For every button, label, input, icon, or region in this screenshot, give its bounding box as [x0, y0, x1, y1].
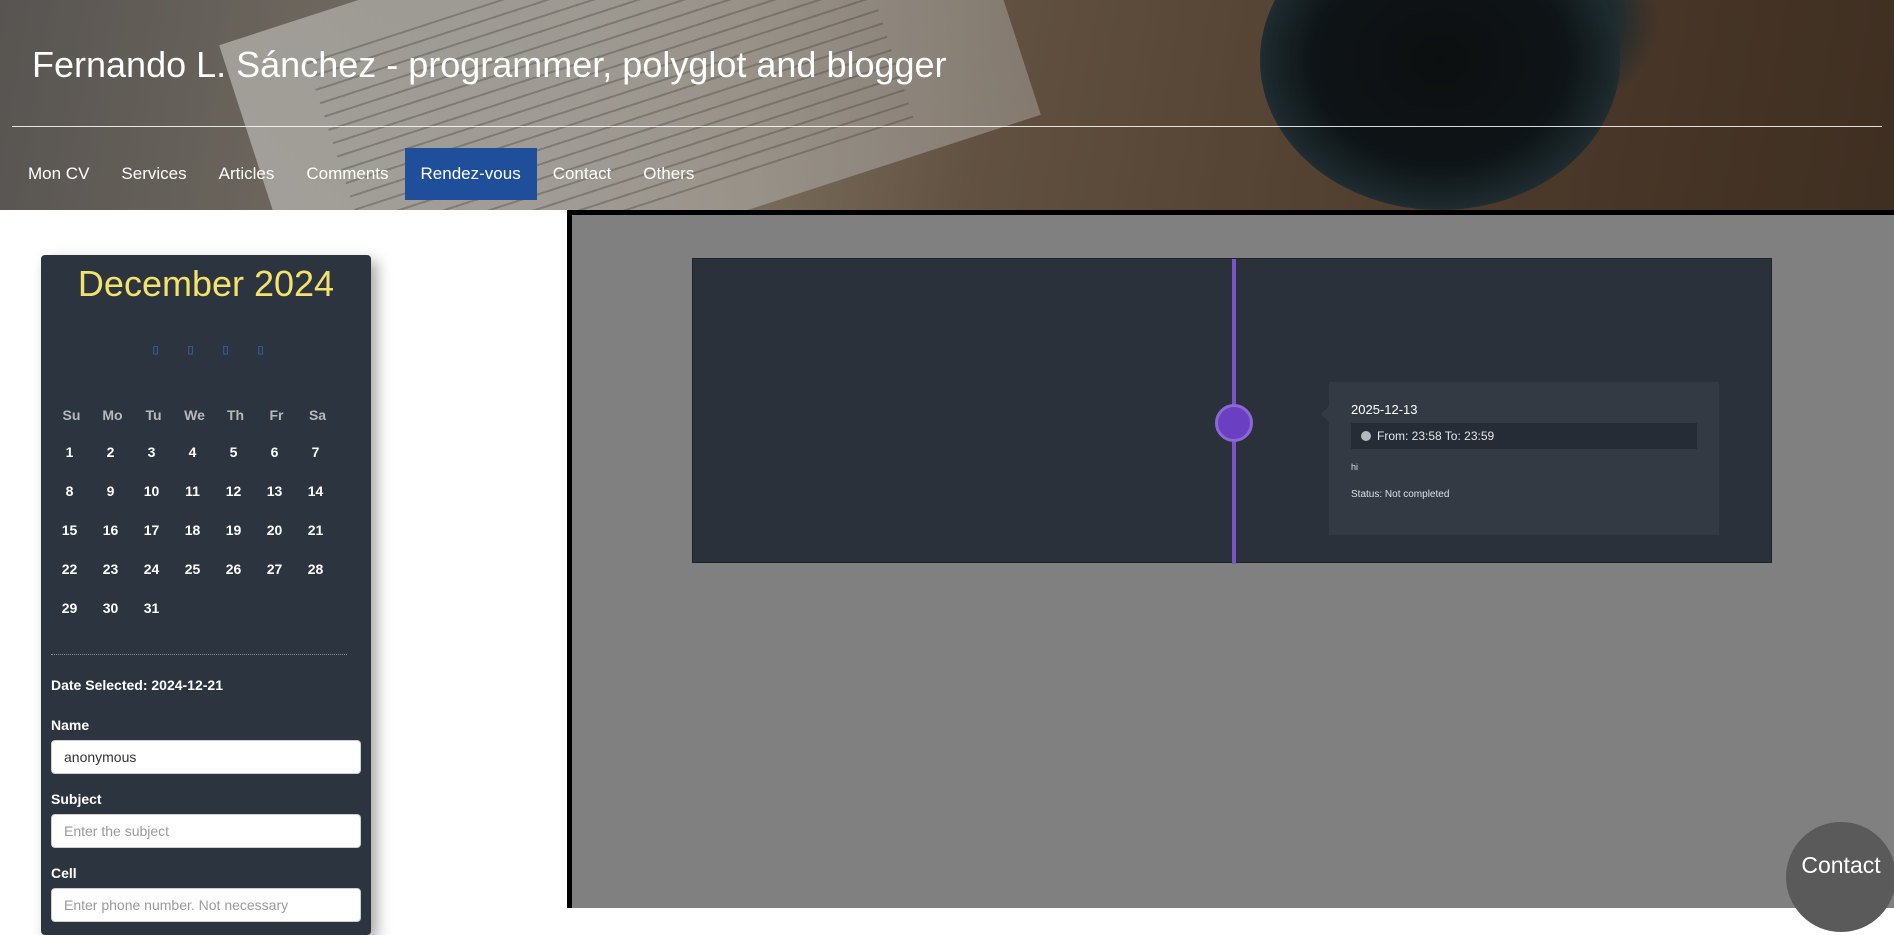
weekday-label: Su [62, 407, 81, 423]
weekday-label: Sa [308, 407, 327, 423]
appointments-panel: 2025-12-13 From: 23:58 To: 23:59 hi Stat… [567, 210, 1894, 908]
calendar-day[interactable]: 22 [51, 550, 92, 589]
calendar-day[interactable]: 6 [256, 433, 297, 472]
calendar-day[interactable]: 16 [92, 511, 133, 550]
calendar-divider [51, 654, 347, 655]
weekday-label: Tu [145, 407, 162, 423]
nav-item-mon-cv[interactable]: Mon CV [12, 148, 105, 200]
nav-item-services[interactable]: Services [105, 148, 202, 200]
contact-button[interactable]: Contact [1786, 822, 1894, 932]
calendar-day[interactable]: 13 [256, 472, 297, 511]
calendar-day[interactable]: 11 [174, 472, 215, 511]
nav-item-articles[interactable]: Articles [203, 148, 291, 200]
appointment-description: hi [1351, 462, 1359, 472]
calendar-days-grid: 1 2 3 4 5 6 7 8 9 10 11 12 13 14 15 16 1… [51, 433, 341, 628]
calendar-day[interactable]: 29 [51, 589, 92, 628]
calendar-day[interactable]: 3 [133, 433, 174, 472]
prev-icon[interactable]: ▯ [183, 343, 198, 357]
appointment-time-text: From: 23:58 To: 23:59 [1377, 429, 1495, 443]
calendar-day[interactable]: 14 [297, 472, 338, 511]
first-icon[interactable]: ▯ [148, 343, 163, 357]
calendar-day[interactable]: 9 [92, 472, 133, 511]
calendar-day[interactable]: 2 [92, 433, 133, 472]
weekday-label: Fr [269, 407, 284, 423]
name-field[interactable] [51, 740, 361, 774]
card-pointer [1321, 406, 1329, 422]
weekday-label: We [184, 407, 205, 423]
calendar-day[interactable]: 8 [51, 472, 92, 511]
calendar-day[interactable]: 24 [133, 550, 174, 589]
calendar-day[interactable]: 17 [133, 511, 174, 550]
appointment-time: From: 23:58 To: 23:59 [1351, 423, 1697, 449]
nav-item-rendez-vous[interactable]: Rendez-vous [404, 148, 537, 200]
calendar-day[interactable]: 5 [215, 433, 256, 472]
appointments-timeline: 2025-12-13 From: 23:58 To: 23:59 hi Stat… [692, 258, 1772, 564]
name-label: Name [51, 717, 90, 733]
calendar-day[interactable]: 10 [133, 472, 174, 511]
appointment-status: Status: Not completed [1351, 489, 1450, 500]
calendar-day[interactable]: 27 [256, 550, 297, 589]
calendar-day[interactable]: 31 [133, 589, 174, 628]
last-icon[interactable]: ▯ [253, 343, 268, 357]
calendar-day[interactable]: 19 [215, 511, 256, 550]
calendar-day[interactable]: 28 [297, 550, 338, 589]
calendar-day[interactable]: 7 [297, 433, 338, 472]
calendar-day[interactable]: 4 [174, 433, 215, 472]
calendar-day[interactable]: 12 [215, 472, 256, 511]
cell-label: Cell [51, 865, 77, 881]
date-selected-text: Date Selected: 2024-12-21 [51, 677, 223, 693]
timeline-marker [1215, 404, 1253, 442]
booking-calendar-card: December 2024 ▯ ▯ ▯ ▯ Su Mo Tu We Th Fr … [41, 255, 371, 935]
calendar-day[interactable]: 20 [256, 511, 297, 550]
time-bullet-icon [1361, 431, 1371, 441]
calendar-day[interactable]: 15 [51, 511, 92, 550]
nav-item-contact[interactable]: Contact [537, 148, 628, 200]
calendar-day[interactable]: 26 [215, 550, 256, 589]
subject-field[interactable] [51, 814, 361, 848]
calendar-nav: ▯ ▯ ▯ ▯ [148, 343, 268, 357]
next-icon[interactable]: ▯ [218, 343, 233, 357]
calendar-day[interactable]: 30 [92, 589, 133, 628]
calendar-month-title: December 2024 [77, 263, 335, 304]
calendar-day[interactable]: 23 [92, 550, 133, 589]
appointment-card[interactable]: 2025-12-13 From: 23:58 To: 23:59 hi Stat… [1321, 382, 1719, 535]
weekday-label: Mo [102, 407, 123, 423]
subject-label: Subject [51, 791, 102, 807]
calendar-day[interactable]: 18 [174, 511, 215, 550]
main-nav: Mon CV Services Articles Comments Rendez… [12, 148, 710, 200]
nav-item-comments[interactable]: Comments [290, 148, 404, 200]
weekday-label: Th [226, 407, 245, 423]
appointment-date: 2025-12-13 [1351, 402, 1418, 417]
header-divider [12, 126, 1882, 127]
calendar-day[interactable]: 21 [297, 511, 338, 550]
calendar-day[interactable]: 25 [174, 550, 215, 589]
cell-field[interactable] [51, 888, 361, 922]
weekday-header: Su Mo Tu We Th Fr Sa [51, 407, 338, 423]
nav-item-others[interactable]: Others [627, 148, 710, 200]
header-banner: Fernando L. Sánchez - programmer, polygl… [0, 0, 1894, 210]
calendar-day[interactable]: 1 [51, 433, 92, 472]
site-title: Fernando L. Sánchez - programmer, polygl… [32, 44, 947, 85]
